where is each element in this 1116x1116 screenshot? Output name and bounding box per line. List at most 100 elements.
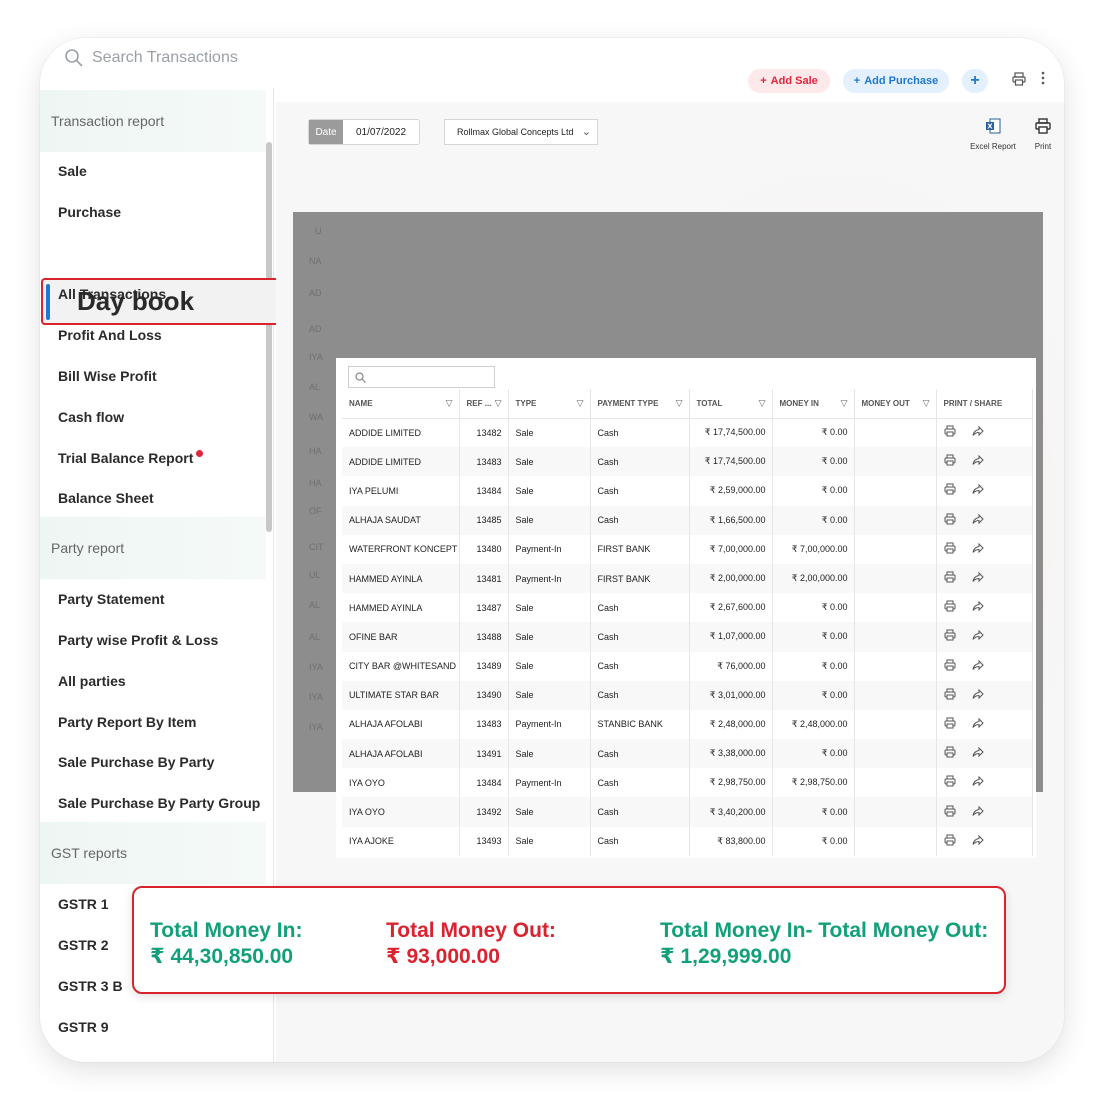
printer-icon[interactable] [944,454,956,469]
printer-icon[interactable] [944,746,956,761]
table-row[interactable]: CITY BAR @WHITESAND 13489 Sale Cash ₹ 76,000… [342,651,1033,681]
table-row[interactable]: HAMMED AYINLA 13481 Payment-In FIRST BANK ₹ … [342,563,1033,594]
sidebar-item-profit-and-loss[interactable]: Profit And Loss [58,327,162,343]
printer-icon[interactable] [944,542,956,557]
table-row[interactable]: ALHAJA SAUDAT 13485 Sale Cash ₹ 1,66,500.00 ₹… [342,505,1033,535]
sidebar-item-all-transactions[interactable]: All Transactions [58,286,166,302]
share-icon[interactable] [972,425,984,440]
cell-total: ₹ 3,38,000.00 [689,739,773,769]
print-button[interactable]: Print [1028,118,1058,151]
transactions-table: NAME ▽ REF ... ▽ TYPE ▽ PAYMENT TYPE ▽ TOTAL… [342,389,1033,856]
share-icon[interactable] [972,600,984,615]
sidebar-item-sale-purchase-by-party-group[interactable]: Sale Purchase By Party Group [58,795,260,811]
filter-icon[interactable]: ▽ [759,398,766,409]
share-icon[interactable] [972,717,984,732]
share-icon[interactable] [972,483,984,498]
table-row[interactable]: ADDIDE LIMITED 13482 Sale Cash ₹ 17,74,500.0… [342,418,1033,448]
sidebar-item-sale-purchase-by-party[interactable]: Sale Purchase By Party [58,754,214,770]
filter-icon[interactable]: ▽ [676,398,683,409]
share-icon[interactable] [972,542,984,557]
sidebar-item-party-report-by-item[interactable]: Party Report By Item [58,714,196,730]
column-header-type[interactable]: TYPE ▽ [508,389,591,419]
sidebar-item-gstr1[interactable]: GSTR 1 [58,896,109,912]
sidebar-item-trial-balance[interactable]: Trial Balance Report [58,450,204,466]
share-icon[interactable] [972,571,984,586]
share-icon[interactable] [972,629,984,644]
filter-icon[interactable]: ▽ [577,398,584,409]
table-row[interactable]: WATERFRONT KONCEPT 13480 Payment-In FIRST B… [342,534,1033,564]
filter-icon[interactable]: ▽ [923,398,930,409]
printer-icon[interactable] [944,805,956,820]
share-icon[interactable] [972,454,984,469]
share-icon[interactable] [972,805,984,820]
sidebar-item-bill-wise-profit[interactable]: Bill Wise Profit [58,368,157,384]
table-row[interactable]: ALHAJA AFOLABI 13491 Sale Cash ₹ 3,38,000.00… [342,739,1033,769]
share-icon[interactable] [972,659,984,674]
sidebar-item-gstr2[interactable]: GSTR 2 [58,937,109,953]
table-row[interactable]: IYA OYO 13484 Payment-In Cash ₹ 2,98,750.00 ₹… [342,768,1033,798]
cell-name: ADDIDE LIMITED [342,418,460,448]
search-box[interactable]: Search Transactions [64,48,238,68]
sidebar-item-gstr9[interactable]: GSTR 9 [58,1019,109,1035]
share-icon[interactable] [972,775,984,790]
share-icon[interactable] [972,513,984,528]
sidebar-item-party-statement[interactable]: Party Statement [58,591,165,607]
filter-icon[interactable]: ▽ [841,398,848,409]
sidebar-item-purchase[interactable]: Purchase [58,204,121,220]
printer-icon[interactable] [944,571,956,586]
ghost-text: IYA [309,662,323,672]
more-vertical-icon[interactable] [1041,70,1045,89]
printer-icon[interactable] [944,600,956,615]
filter-icon[interactable]: ▽ [446,398,453,409]
sidebar-item-sale[interactable]: Sale [58,163,87,179]
sidebar-item-party-profit-loss[interactable]: Party wise Profit & Loss [58,632,218,648]
firm-select[interactable]: Rollmax Global Concepts Ltd ⌄ [444,119,598,145]
table-row[interactable]: IYA PELUMI 13484 Sale Cash ₹ 2,59,000.00 ₹ 0.… [342,476,1033,506]
date-filter[interactable]: Date 01/07/2022 [308,119,420,145]
add-more-button[interactable]: + [962,69,988,93]
sidebar-item-gstr3b[interactable]: GSTR 3 B [58,978,123,994]
excel-report-button[interactable]: X Excel Report [968,118,1018,151]
table-row[interactable]: HAMMED AYINLA 13487 Sale Cash ₹ 2,67,600.00 ₹… [342,593,1033,623]
table-search-input[interactable] [348,366,495,388]
sidebar-item-all-parties[interactable]: All parties [58,673,126,689]
sidebar-item-cash-flow[interactable]: Cash flow [58,409,124,425]
table-row[interactable]: ADDIDE LIMITED 13483 Sale Cash ₹ 17,74,500.0… [342,447,1033,477]
sidebar-scrollbar[interactable] [266,142,272,532]
column-header-payment-type[interactable]: PAYMENT TYPE ▽ [590,389,690,419]
add-sale-button[interactable]: + Add Sale [748,69,830,93]
table-row[interactable]: ULTIMATE STAR BAR 13490 Sale Cash ₹ 3,01,000… [342,680,1033,710]
printer-icon[interactable] [944,775,956,790]
share-icon[interactable] [972,746,984,761]
table-row[interactable]: IYA AJOKE 13493 Sale Cash ₹ 83,800.00 ₹ 0.00 [342,826,1033,856]
column-header-ref[interactable]: REF ... ▽ [459,389,509,419]
printer-icon[interactable] [944,659,956,674]
sidebar-item-balance-sheet[interactable]: Balance Sheet [58,490,154,506]
table-row[interactable]: ALHAJA AFOLABI 13483 Payment-In STANBIC BAN… [342,709,1033,740]
printer-icon[interactable] [944,425,956,440]
printer-icon[interactable] [944,834,956,849]
cell-total: ₹ 17,74,500.00 [689,418,773,448]
cell-payment-type: FIRST BANK [590,534,690,564]
printer-icon[interactable] [944,513,956,528]
printer-icon[interactable] [944,688,956,703]
table-row[interactable]: IYA OYO 13492 Sale Cash ₹ 3,40,200.00 ₹ 0.00 [342,797,1033,827]
printer-icon[interactable] [944,483,956,498]
printer-icon[interactable] [944,717,956,732]
table-row[interactable]: OFINE BAR 13488 Sale Cash ₹ 1,07,000.00 ₹ 0.0… [342,622,1033,652]
printer-icon[interactable] [944,629,956,644]
column-header-total[interactable]: TOTAL ▽ [689,389,773,419]
add-purchase-button[interactable]: + Add Purchase [843,69,949,93]
printer-icon[interactable] [1012,72,1026,89]
cell-payment-type: STANBIC BANK [590,709,690,740]
share-icon[interactable] [972,688,984,703]
column-header-name[interactable]: NAME ▽ [342,389,460,419]
cell-type: Sale [508,797,591,827]
search-placeholder[interactable]: Search Transactions [92,49,238,67]
date-value[interactable]: 01/07/2022 [343,120,419,144]
share-icon[interactable] [972,834,984,849]
filter-icon[interactable]: ▽ [495,398,502,409]
column-header-money-out[interactable]: MONEY OUT ▽ [854,389,937,419]
column-header-money-in[interactable]: MONEY IN ▽ [772,389,855,419]
table-body: ADDIDE LIMITED 13482 Sale Cash ₹ 17,74,500.0… [342,418,1033,856]
